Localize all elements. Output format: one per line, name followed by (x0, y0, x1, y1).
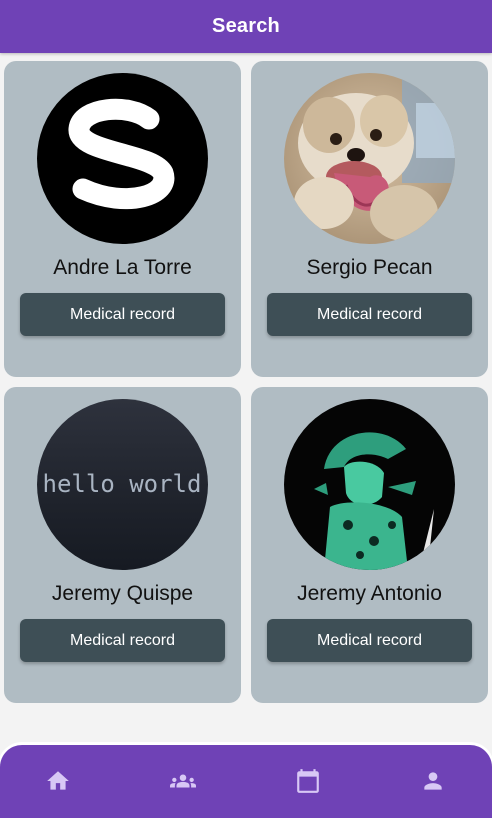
medical-record-button[interactable]: Medical record (20, 293, 225, 336)
dog-photo (284, 73, 455, 244)
hello-world-image: hello world (37, 399, 208, 570)
person-name: Jeremy Quispe (51, 582, 194, 605)
nav-item-profile[interactable] (408, 763, 458, 799)
patient-card: Andre La Torre Medical record (4, 61, 241, 377)
nav-item-group[interactable] (158, 763, 208, 799)
person-name: Andre La Torre (53, 256, 192, 279)
bottom-navigation (0, 745, 492, 818)
patient-card: Jeremy Antonio Medical record (251, 387, 488, 703)
person-name: Jeremy Antonio (297, 582, 442, 605)
group-icon (170, 774, 196, 788)
medical-record-button[interactable]: Medical record (20, 619, 225, 662)
app-bar: Search (0, 0, 492, 53)
medical-record-button[interactable]: Medical record (267, 619, 472, 662)
patient-card: Sergio Pecan Medical record (251, 61, 488, 377)
avatar[interactable]: hello world (37, 399, 208, 570)
calendar-icon (297, 769, 319, 793)
medical-record-button[interactable]: Medical record (267, 293, 472, 336)
green-character-art (284, 399, 455, 570)
avatar[interactable] (37, 73, 208, 244)
page-title: Search (212, 15, 280, 37)
avatar[interactable] (284, 73, 455, 244)
nav-item-calendar[interactable] (283, 763, 333, 799)
person-icon (424, 772, 442, 790)
letter-s-logo (37, 73, 208, 244)
home-icon (47, 771, 69, 790)
avatar[interactable] (284, 399, 455, 570)
person-name: Sergio Pecan (306, 256, 433, 279)
hello-world-text: hello world (43, 470, 202, 498)
nav-item-home[interactable] (33, 763, 83, 799)
patient-card: hello world Jeremy Quispe Medical record (4, 387, 241, 703)
